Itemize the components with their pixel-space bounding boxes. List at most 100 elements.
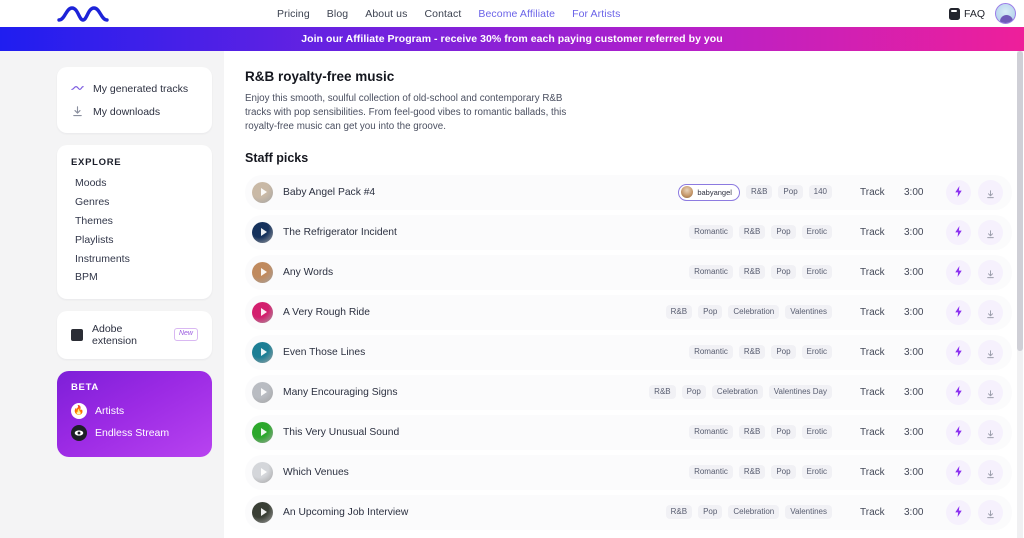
track-tag[interactable]: R&B	[738, 345, 766, 360]
download-button[interactable]	[978, 419, 1003, 445]
track-cover-art[interactable]	[252, 341, 273, 363]
user-avatar[interactable]	[995, 3, 1016, 24]
track-title[interactable]: Many Encouraging Signs	[283, 387, 397, 398]
track-row[interactable]: Many Encouraging Signs R&B Pop Celebration V…	[245, 374, 1012, 410]
nav-link-become-affiliate[interactable]: Become Affiliate	[478, 8, 555, 20]
track-row[interactable]: Even Those Lines Romantic R&B Pop Erotic Trac…	[245, 334, 1012, 370]
artist-chip[interactable]: babyangel	[678, 183, 740, 201]
nav-link-about-us[interactable]: About us	[365, 8, 407, 20]
sidebar-item-my-downloads[interactable]: My downloads	[57, 100, 212, 123]
boost-button[interactable]	[946, 299, 971, 325]
boost-button[interactable]	[946, 499, 971, 525]
track-row[interactable]: This Very Unusual Sound Romantic R&B Pop Ero…	[245, 414, 1012, 450]
track-tag[interactable]: Valentines Day	[768, 385, 832, 400]
sidebar-item-my-generated-tracks[interactable]: My generated tracks	[57, 77, 212, 100]
track-title[interactable]: Even Those Lines	[283, 347, 365, 358]
track-tag[interactable]: Romantic	[689, 465, 733, 480]
track-tag[interactable]: Erotic	[801, 225, 832, 240]
track-tag[interactable]: Erotic	[801, 465, 832, 480]
sidebar-item-themes[interactable]: Themes	[57, 212, 212, 231]
track-tag[interactable]: Romantic	[689, 265, 733, 280]
affiliate-banner[interactable]: Join our Affiliate Program - receive 30%…	[0, 27, 1024, 51]
sidebar-item-playlists[interactable]: Playlists	[57, 230, 212, 249]
sidebar-item-moods[interactable]: Moods	[57, 174, 212, 193]
track-tag[interactable]: Erotic	[801, 265, 832, 280]
track-tag[interactable]: Romantic	[689, 425, 733, 440]
track-title[interactable]: This Very Unusual Sound	[283, 427, 399, 438]
track-tag[interactable]: R&B	[745, 185, 773, 200]
track-tag[interactable]: R&B	[665, 305, 693, 320]
track-tag[interactable]: Pop	[698, 305, 723, 320]
download-button[interactable]	[978, 219, 1003, 245]
track-row[interactable]: The Refrigerator Incident Romantic R&B Pop E…	[245, 214, 1012, 250]
download-button[interactable]	[978, 339, 1003, 365]
track-row[interactable]: An Upcoming Job Interview R&B Pop Celebrati…	[245, 494, 1012, 530]
track-tag[interactable]: Pop	[778, 185, 803, 200]
track-cover-art[interactable]	[252, 421, 273, 443]
track-tag[interactable]: Celebration	[728, 305, 780, 320]
download-button[interactable]	[978, 459, 1003, 485]
track-tag[interactable]: R&B	[738, 425, 766, 440]
track-tag[interactable]: Erotic	[801, 425, 832, 440]
track-cover-art[interactable]	[252, 261, 273, 283]
track-row[interactable]: Which Venues Romantic R&B Pop Erotic Track 3:0…	[245, 454, 1012, 490]
sidebar-item-artists[interactable]: 🔥 Artists	[71, 400, 198, 422]
track-title[interactable]: A Very Rough Ride	[283, 307, 370, 318]
faq-button[interactable]: FAQ	[948, 7, 985, 20]
track-tag[interactable]: Pop	[771, 345, 796, 360]
track-tag[interactable]: Pop	[771, 425, 796, 440]
boost-button[interactable]	[946, 219, 971, 245]
track-title[interactable]: An Upcoming Job Interview	[283, 507, 408, 518]
nav-link-contact[interactable]: Contact	[424, 8, 461, 20]
track-title[interactable]: Which Venues	[283, 467, 349, 478]
track-tag[interactable]: R&B	[738, 225, 766, 240]
track-tag[interactable]: Celebration	[728, 505, 780, 520]
track-tag[interactable]: Pop	[771, 465, 796, 480]
track-cover-art[interactable]	[252, 221, 273, 243]
sidebar-item-endless-stream[interactable]: Endless Stream	[71, 422, 198, 444]
nav-link-for-artists[interactable]: For Artists	[572, 8, 620, 20]
download-button[interactable]	[978, 299, 1003, 325]
download-button[interactable]	[978, 499, 1003, 525]
track-tag[interactable]: Erotic	[801, 345, 832, 360]
boost-button[interactable]	[946, 259, 971, 285]
boost-button[interactable]	[946, 179, 971, 205]
track-tag[interactable]: Pop	[681, 385, 706, 400]
track-cover-art[interactable]	[252, 501, 273, 523]
sidebar-item-genres[interactable]: Genres	[57, 193, 212, 212]
track-tag[interactable]: Valentines	[785, 505, 832, 520]
track-title[interactable]: Baby Angel Pack #4	[283, 187, 375, 198]
track-tag[interactable]: Pop	[771, 225, 796, 240]
sidebar-item-adobe-extension[interactable]: Adobe extension New	[57, 310, 212, 359]
track-row[interactable]: A Very Rough Ride R&B Pop Celebration Valent…	[245, 294, 1012, 330]
sidebar-item-instruments[interactable]: Instruments	[57, 249, 212, 268]
track-tag[interactable]: R&B	[665, 505, 693, 520]
download-button[interactable]	[978, 179, 1003, 205]
track-tag[interactable]: Pop	[698, 505, 723, 520]
track-row[interactable]: Any Words Romantic R&B Pop Erotic Track 3:00	[245, 254, 1012, 290]
track-tag[interactable]: Romantic	[689, 345, 733, 360]
track-cover-art[interactable]	[252, 181, 273, 203]
page-scrollbar[interactable]	[1017, 51, 1023, 538]
track-tag[interactable]: 140	[808, 185, 832, 200]
wave-logo-icon[interactable]	[57, 4, 109, 24]
track-cover-art[interactable]	[252, 461, 273, 483]
boost-button[interactable]	[946, 459, 971, 485]
track-row[interactable]: Baby Angel Pack #4 babyangel R&B Pop 140 Trac…	[245, 174, 1012, 210]
track-tag[interactable]: Celebration	[711, 385, 763, 400]
scrollbar-thumb[interactable]	[1017, 51, 1023, 351]
track-tag[interactable]: Valentines	[785, 305, 832, 320]
download-button[interactable]	[978, 379, 1003, 405]
boost-button[interactable]	[946, 339, 971, 365]
boost-button[interactable]	[946, 379, 971, 405]
track-cover-art[interactable]	[252, 301, 273, 323]
sidebar-item-bpm[interactable]: BPM	[57, 268, 212, 287]
track-tag[interactable]: Pop	[771, 265, 796, 280]
track-tag[interactable]: R&B	[649, 385, 676, 400]
track-cover-art[interactable]	[252, 381, 273, 403]
nav-link-blog[interactable]: Blog	[327, 8, 348, 20]
track-title[interactable]: Any Words	[283, 267, 333, 278]
track-tag[interactable]: R&B	[738, 265, 766, 280]
track-tag[interactable]: Romantic	[689, 225, 733, 240]
track-title[interactable]: The Refrigerator Incident	[283, 227, 397, 238]
